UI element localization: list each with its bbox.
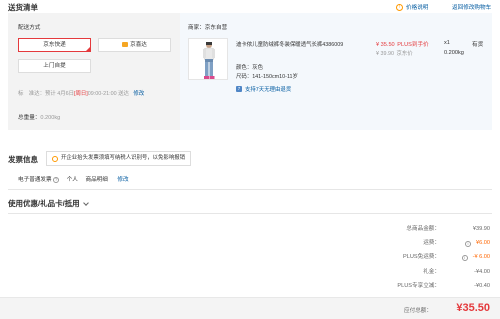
invoice-modify-link[interactable]: 修改 xyxy=(117,177,128,183)
product-size: 尺码：141-150cm10-11岁 xyxy=(236,74,298,80)
product-weight: 0.200kg xyxy=(444,50,464,56)
jingxida-logo-icon xyxy=(122,42,129,48)
product-image[interactable] xyxy=(188,38,228,80)
info-icon: ! xyxy=(396,3,403,11)
product-orig-price: ¥ 39.90 京东价 xyxy=(376,51,413,57)
total-amount: ¥35.50 xyxy=(456,302,490,314)
chevron-down-icon xyxy=(82,199,89,206)
jd-express-option[interactable]: 京东快递 xyxy=(18,38,91,52)
freight-info-icon[interactable]: i xyxy=(465,240,471,247)
return-policy[interactable]: 7 支持7天无理由退货 xyxy=(236,85,291,93)
delivery-schedule: 标 准达：预计 4月6日[周日]09:00-21:00 送达 修改 xyxy=(18,91,145,97)
total-label: 应付总额： xyxy=(404,308,432,314)
invoice-tip: 开企业抬头发票须填写纳税人识别号，以免影响报销 xyxy=(46,151,191,166)
total-bar: 应付总额： ¥35.50 xyxy=(0,297,500,319)
return-policy-icon: 7 xyxy=(236,86,242,92)
back-to-cart-link[interactable]: 返回修改购物车 xyxy=(452,3,491,11)
selected-corner-icon xyxy=(85,46,91,52)
summary-row-plus-discount: PLUS专享立减： -¥0.40 xyxy=(397,283,490,289)
product-stock: 有货 xyxy=(472,42,484,48)
shipping-method-label: 配送方式 xyxy=(18,25,41,31)
product-name[interactable]: 迪卡侬儿童防绒裤冬装保暖透气长裤4386009 xyxy=(236,40,343,48)
invoice-title: 发票信息 xyxy=(8,155,38,164)
delivery-panel: 配送方式 京东快递 京喜达 上门自提 标 准达：预计 4月6日[周日]09:00… xyxy=(8,13,492,130)
summary-row-plus-freight: PLUS免运费： i -¥ 6.00 xyxy=(403,254,490,261)
price-help-link[interactable]: ! 价格说明 xyxy=(396,3,428,11)
product-color: 颜色：灰色 xyxy=(236,65,263,71)
invoice-details: 电子普通发票 ? 个人 商品明细 修改 xyxy=(18,176,129,183)
divider xyxy=(8,189,492,190)
seller-info: 商家：京东自营 xyxy=(188,25,228,31)
divider xyxy=(8,213,492,214)
summary-row-freight: 运费： i ¥6.00 xyxy=(423,240,490,247)
summary-row-gift: 礼金： -¥4.00 xyxy=(423,269,490,275)
product-price: ¥ 35.50 PLUS到手价 xyxy=(376,42,429,48)
summary-row-goods: 总商品金额： ¥39.90 xyxy=(406,226,490,232)
schedule-modify-link[interactable]: 修改 xyxy=(133,91,144,97)
page-title: 送货清单 xyxy=(8,3,38,12)
plus-freight-info-icon[interactable]: i xyxy=(461,254,468,261)
product-section: 商家：京东自营 迪卡侬儿童防绒裤冬装保暖透气长裤4386009 ¥ 35.50 … xyxy=(180,13,492,130)
lightbulb-icon xyxy=(52,155,58,162)
help-icon[interactable]: ? xyxy=(53,176,60,183)
coupons-toggle[interactable]: 使用优惠/礼品卡/抵用 xyxy=(8,198,89,209)
jingxida-option[interactable]: 京喜达 xyxy=(98,38,171,52)
pickup-option[interactable]: 上门自提 xyxy=(18,59,91,73)
product-qty: x1 xyxy=(444,40,450,46)
total-weight: 总重量：0.200kg xyxy=(18,115,61,121)
